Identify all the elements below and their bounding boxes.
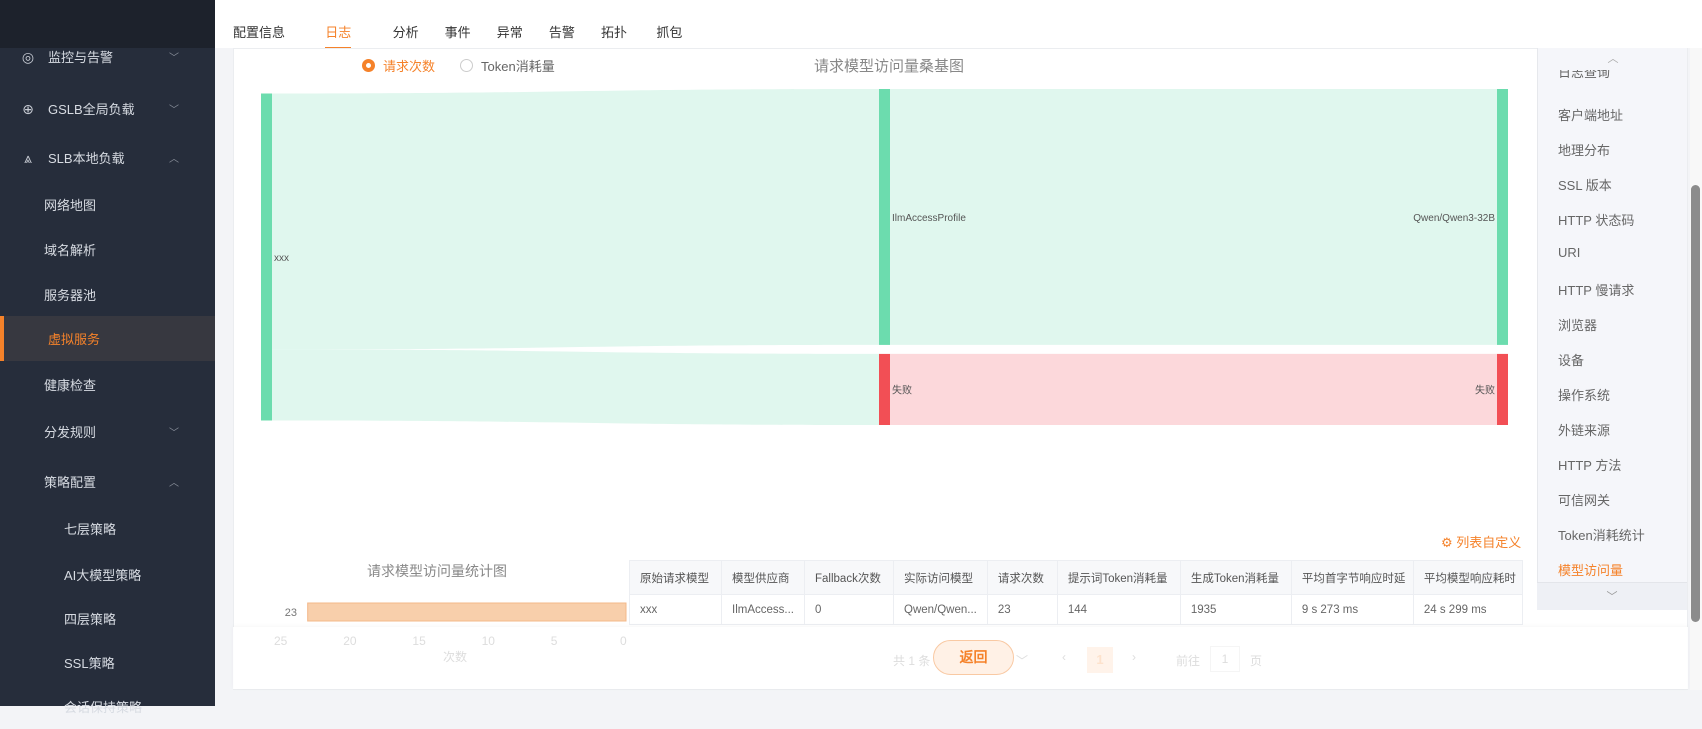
column-header: 平均模型响应耗时 — [1412, 560, 1523, 595]
table-cell: 24 s 299 ms — [1412, 594, 1523, 625]
column-header: 请求次数 — [986, 560, 1058, 595]
right-nav-item[interactable]: 模型访问量 — [1558, 560, 1623, 579]
prev-page-icon[interactable]: ‹ — [1062, 650, 1066, 664]
sankey-link — [890, 89, 1497, 345]
x-tick-label: 20 — [343, 634, 357, 648]
column-header: Fallback次数 — [804, 560, 894, 595]
x-tick-label: 15 — [412, 634, 426, 648]
scroll-down-chevron-icon[interactable]: ﹀ — [1537, 582, 1687, 610]
pagination-total: 共 1 条 — [893, 654, 931, 668]
scroll-up-chevron-icon[interactable]: ︿ — [1538, 48, 1688, 70]
column-header: 生成Token消耗量 — [1179, 560, 1292, 595]
table-row: xxx IlmAccess... 0 Qwen/Qwen... 23 144 1935 9 s… — [629, 594, 1523, 625]
next-page-icon[interactable]: › — [1132, 650, 1136, 664]
page-1-button[interactable]: 1 — [1087, 647, 1113, 673]
sankey-node-label: Qwen/Qwen3-32B — [1413, 213, 1495, 224]
table-cell: 23 — [986, 594, 1058, 625]
right-nav-item[interactable]: 地理分布 — [1558, 140, 1610, 159]
table-cell: Qwen/Qwen... — [893, 594, 988, 625]
right-nav-item[interactable]: 设备 — [1558, 350, 1584, 369]
column-header: 模型供应商 — [721, 560, 805, 595]
page-size-chevron-icon[interactable]: ﹀ — [1016, 652, 1028, 669]
sankey-node[interactable] — [1497, 353, 1508, 425]
back-button[interactable]: 返回 — [933, 640, 1014, 675]
right-nav-item[interactable]: 客户端地址 — [1558, 105, 1623, 124]
bar-category-label: 23 — [285, 607, 297, 619]
customize-label: 列表自定义 — [1456, 535, 1522, 550]
sankey-link — [890, 353, 1497, 425]
gear-icon: ⚙ — [1441, 535, 1453, 550]
column-header: 原始请求模型 — [629, 560, 722, 595]
right-nav-item[interactable]: URI — [1558, 245, 1580, 260]
model-stats-table: 原始请求模型 模型供应商 Fallback次数 实际访问模型 请求次数 提示词Token消… — [629, 560, 1523, 625]
x-tick-label: 5 — [550, 634, 558, 648]
page-unit-label: 页 — [1250, 654, 1263, 668]
right-nav-item[interactable]: 操作系统 — [1558, 385, 1610, 404]
table-cell: 1935 — [1179, 594, 1292, 625]
right-nav-item[interactable]: Token消耗统计 — [1558, 525, 1645, 544]
right-nav-panel: ︿ 日志查询 客户端地址 地理分布 SSL 版本 HTTP 状态码 URI HTTP 慢请求… — [1537, 48, 1687, 610]
sankey-node[interactable] — [1497, 89, 1508, 345]
right-nav-item[interactable]: 外链来源 — [1558, 420, 1610, 439]
right-nav-item[interactable]: HTTP 慢请求 — [1558, 280, 1634, 299]
x-tick-label: 0 — [620, 634, 627, 648]
x-tick-label: 10 — [481, 634, 495, 648]
right-nav-item[interactable]: 可信网关 — [1558, 490, 1610, 509]
right-nav-item[interactable]: HTTP 状态码 — [1558, 210, 1634, 229]
right-nav-item[interactable]: HTTP 方法 — [1558, 455, 1621, 474]
sankey-node-label: IlmAccessProfile — [892, 213, 966, 224]
table-cell: IlmAccess... — [721, 594, 805, 625]
table-cell: 144 — [1056, 594, 1181, 625]
goto-page-input[interactable]: 1 — [1210, 646, 1240, 672]
scrollbar-thumb[interactable] — [1691, 185, 1700, 622]
right-nav-item[interactable]: 浏览器 — [1558, 315, 1597, 334]
table-cell: 0 — [804, 594, 894, 625]
x-tick-label: 25 — [274, 634, 288, 648]
column-header: 提示词Token消耗量 — [1056, 560, 1181, 595]
goto-label: 前往 — [1176, 654, 1201, 668]
sankey-node-label: 失败 — [892, 383, 912, 396]
column-header: 平均首字节响应时延 — [1290, 560, 1414, 595]
bar-chart: 23 — [285, 602, 627, 622]
right-nav-item[interactable]: SSL 版本 — [1558, 175, 1612, 194]
table-cell: xxx — [629, 594, 722, 625]
sankey-node-label: 失败 — [1475, 383, 1495, 396]
column-header: 实际访问模型 — [893, 560, 988, 595]
bar[interactable] — [307, 602, 627, 622]
x-axis-label: 次数 — [443, 650, 468, 664]
sankey-node[interactable] — [879, 89, 890, 345]
table-cell: 9 s 273 ms — [1290, 594, 1414, 625]
customize-columns-button[interactable]: ⚙ 列表自定义 — [1441, 532, 1521, 551]
sankey-node[interactable] — [879, 353, 890, 425]
